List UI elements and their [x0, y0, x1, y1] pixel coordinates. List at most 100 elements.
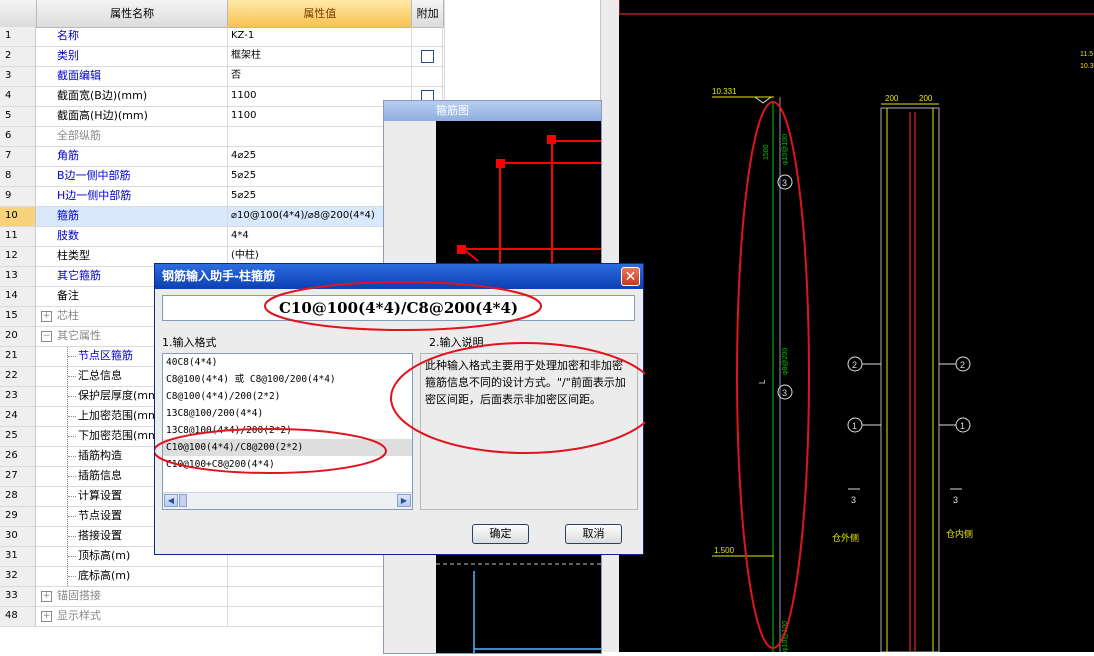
- grid-header: 属性名称 属性值 附加: [0, 0, 444, 28]
- format-list-item[interactable]: 13C8@100/200(4*4): [163, 405, 412, 422]
- collapse-icon[interactable]: −: [41, 331, 52, 342]
- rebar-input-dialog[interactable]: 钢筋输入助手-柱箍筋 ✕ C10@100(4*4)/C8@200(4*4) 1.…: [154, 263, 645, 555]
- row-number: 7: [0, 147, 36, 166]
- property-name[interactable]: 肢数: [36, 227, 228, 246]
- row-number: 9: [0, 187, 36, 206]
- grid-row[interactable]: 5 截面高(H边)(mm) 1100: [0, 107, 444, 127]
- grid-row[interactable]: 11 肢数 4*4: [0, 227, 444, 247]
- property-name[interactable]: 截面高(H边)(mm): [36, 107, 228, 126]
- format-list-item[interactable]: C8@100(4*4)/200(2*2): [163, 388, 412, 405]
- row-number: 21: [0, 347, 36, 366]
- property-name-label: 计算设置: [78, 489, 122, 502]
- format-list-item[interactable]: C8@100(4*4) 或 C8@100/200(4*4): [163, 371, 412, 388]
- property-name-label: 显示样式: [57, 609, 101, 622]
- grid-row[interactable]: 48 + 显示样式: [0, 607, 444, 627]
- property-name[interactable]: B边一侧中部筋: [36, 167, 228, 186]
- scroll-left-icon[interactable]: ◀: [164, 494, 178, 507]
- elevation-label-top: 10.331: [712, 87, 737, 96]
- span-top: 1500: [763, 144, 770, 160]
- scroll-thumb[interactable]: [179, 494, 187, 507]
- property-name[interactable]: 截面编辑: [36, 67, 228, 86]
- scroll-right-icon[interactable]: ▶: [397, 494, 411, 507]
- row-number: 25: [0, 427, 36, 446]
- property-name-label: H边一侧中部筋: [57, 189, 132, 202]
- property-name[interactable]: 箍筋: [36, 207, 228, 226]
- property-name-label: 汇总信息: [78, 369, 122, 382]
- row-number: 12: [0, 247, 36, 266]
- tree-connector: [67, 407, 78, 426]
- property-name[interactable]: + 显示样式: [36, 607, 228, 626]
- cad-drawing: 10.331 φ10@100 1500 3 φ8@200 L 3 φ10@100…: [618, 0, 1094, 653]
- cancel-button[interactable]: 取消: [565, 524, 622, 544]
- ok-button[interactable]: 确定: [472, 524, 529, 544]
- expand-icon[interactable]: +: [41, 591, 52, 602]
- elevation-label-bottom: 1.500: [714, 546, 735, 555]
- note-top: φ10@100: [782, 134, 789, 165]
- property-name-label: 顶标高(m): [78, 549, 131, 562]
- side-inner-label: 仓内侧: [946, 528, 973, 539]
- property-name[interactable]: 全部纵筋: [36, 127, 228, 146]
- corner-label-1: 11.5: [1080, 51, 1093, 58]
- property-name-label: 节点设置: [78, 509, 122, 522]
- row-number: 11: [0, 227, 36, 246]
- circle-2-right: 2: [960, 360, 965, 370]
- grid-row[interactable]: 1 名称 KZ-1: [0, 27, 444, 47]
- grid-row[interactable]: 32 底标高(m): [0, 567, 444, 587]
- tree-connector: [67, 547, 78, 566]
- grid-row[interactable]: 4 截面宽(B边)(mm) 1100: [0, 87, 444, 107]
- grid-row[interactable]: 33 + 锚固搭接: [0, 587, 444, 607]
- expand-icon[interactable]: +: [41, 311, 52, 322]
- property-name[interactable]: H边一侧中部筋: [36, 187, 228, 206]
- property-name-label: 底标高(m): [78, 569, 131, 582]
- format-list-item[interactable]: 13C8@100(4*4)/200(2*2): [163, 422, 412, 439]
- format-list-item[interactable]: C10@100(4*4)/C8@200(2*2): [163, 439, 412, 456]
- property-name[interactable]: 底标高(m): [36, 567, 228, 586]
- property-name-label: 柱类型: [57, 249, 90, 262]
- property-value[interactable]: 否: [228, 67, 412, 86]
- extra-checkbox[interactable]: [421, 50, 434, 63]
- corner-label-2: 10.3: [1080, 63, 1094, 70]
- grid-row[interactable]: 9 H边一侧中部筋 5⌀25: [0, 187, 444, 207]
- property-name[interactable]: + 锚固搭接: [36, 587, 228, 606]
- rebar-dot-3: [457, 245, 466, 254]
- expand-icon[interactable]: +: [41, 611, 52, 622]
- header-extra[interactable]: 附加: [412, 0, 444, 27]
- property-name-label: 类别: [57, 49, 79, 62]
- property-name-label: 截面高(H边)(mm): [57, 109, 148, 122]
- grid-row[interactable]: 7 角筋 4⌀25: [0, 147, 444, 167]
- cad-viewport[interactable]: 10.331 φ10@100 1500 3 φ8@200 L 3 φ10@100…: [618, 0, 1094, 653]
- grid-row[interactable]: 6 全部纵筋: [0, 127, 444, 147]
- dialog-title[interactable]: 钢筋输入助手-柱箍筋: [155, 264, 643, 289]
- format-list-item[interactable]: C10@100+C8@200(4*4): [163, 456, 412, 473]
- grid-row[interactable]: 2 类别 框架柱: [0, 47, 444, 67]
- property-name[interactable]: 截面宽(B边)(mm): [36, 87, 228, 106]
- close-icon[interactable]: ✕: [621, 267, 640, 286]
- property-name-label: 截面编辑: [57, 69, 101, 82]
- row-number: 28: [0, 487, 36, 506]
- property-name-label: 搭接设置: [78, 529, 122, 542]
- property-name-label: 芯柱: [57, 309, 79, 322]
- property-name-label: 下加密范围(mm): [78, 429, 164, 442]
- property-name-label: 节点区箍筋: [78, 349, 133, 362]
- header-property-name[interactable]: 属性名称: [36, 0, 229, 27]
- tree-connector: [67, 567, 78, 586]
- property-name-label: B边一侧中部筋: [57, 169, 131, 182]
- stirrup-window-title[interactable]: 箍筋图: [384, 101, 601, 121]
- property-value[interactable]: KZ-1: [228, 27, 412, 46]
- note-mid: φ8@200: [782, 348, 789, 375]
- property-name-label: 其它属性: [57, 329, 101, 342]
- horizontal-scrollbar[interactable]: ◀ ▶: [163, 492, 412, 509]
- grid-row[interactable]: 3 截面编辑 否: [0, 67, 444, 87]
- row-number: 5: [0, 107, 36, 126]
- header-property-value[interactable]: 属性值: [228, 0, 413, 27]
- property-value[interactable]: 框架柱: [228, 47, 412, 66]
- format-list[interactable]: 40C8(4*4) C8@100(4*4) 或 C8@100/200(4*4) C8…: [162, 353, 413, 510]
- property-name[interactable]: 角筋: [36, 147, 228, 166]
- grid-row[interactable]: 8 B边一侧中部筋 5⌀25: [0, 167, 444, 187]
- grid-row[interactable]: 10 箍筋 ⌀10@100(4*4)/⌀8@200(4*4): [0, 207, 444, 227]
- format-list-item[interactable]: 40C8(4*4): [163, 354, 412, 371]
- row-number: 15: [0, 307, 36, 326]
- property-name[interactable]: 类别: [36, 47, 228, 66]
- stirrup-input-field[interactable]: C10@100(4*4)/C8@200(4*4): [162, 295, 635, 321]
- property-name[interactable]: 名称: [36, 27, 228, 46]
